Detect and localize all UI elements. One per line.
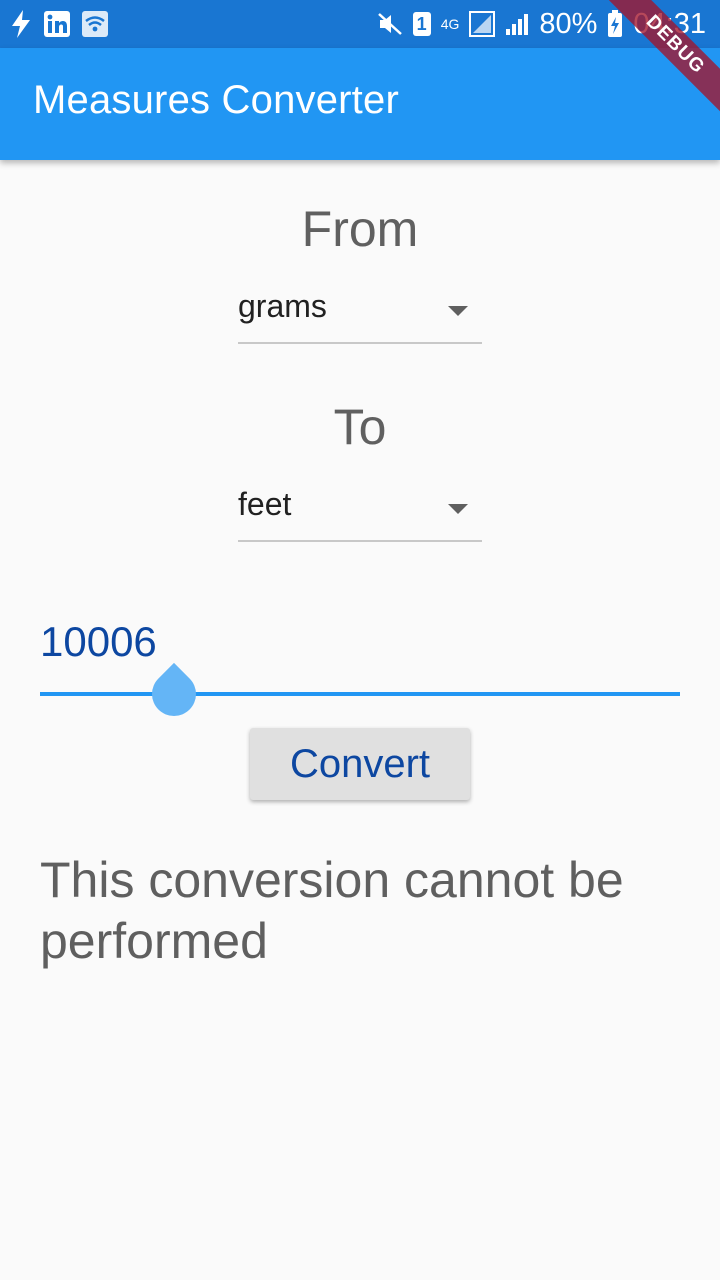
from-unit-dropdown[interactable]: grams [238,288,482,344]
to-unit-dropdown[interactable]: feet [238,486,482,542]
signal-bars-icon [505,12,529,36]
wifi-icon [82,11,108,37]
clock: 04:31 [633,7,706,40]
from-label: From [301,201,419,257]
text-cursor-handle[interactable] [142,662,206,726]
convert-button[interactable]: Convert [250,728,470,800]
battery-charging-icon [607,10,623,38]
app-title: Measures Converter [33,78,399,122]
from-unit-value: grams [238,288,327,324]
value-input-underline [40,692,680,696]
dropdown-arrow-icon [448,504,468,514]
value-input[interactable]: 10006 [40,618,680,726]
to-label: To [333,399,387,455]
to-unit-value: feet [238,486,292,522]
linkedin-icon [44,11,70,37]
signal-box-icon [469,11,496,37]
result-message: This conversion cannot be performed [40,852,624,969]
sim-badge: 1 [412,12,431,36]
flash-icon [10,9,32,39]
battery-percent: 80% [539,7,598,40]
app-bar: Measures Converter [0,48,720,160]
network-type: 4G [440,16,460,32]
value-input-text[interactable]: 10006 [40,618,157,666]
status-bar: 1 4G 80% 04:31 [0,0,720,48]
dropdown-arrow-icon [448,306,468,316]
mute-icon [377,11,403,37]
